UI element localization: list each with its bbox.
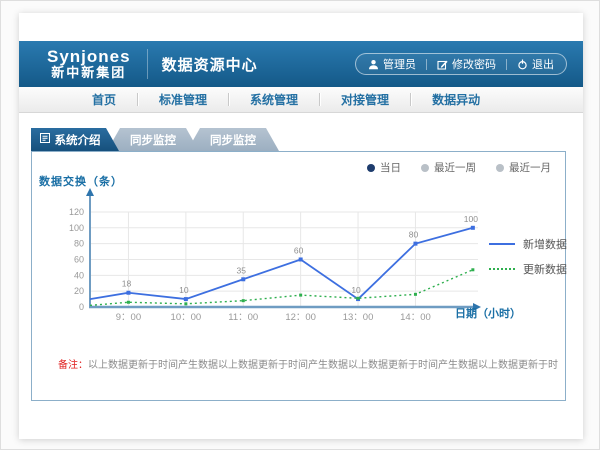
- change-password-label: 修改密码: [452, 56, 496, 72]
- svg-text:10: 10: [351, 285, 361, 295]
- svg-text:100: 100: [464, 214, 478, 224]
- radio-label: 当日: [380, 160, 401, 175]
- radio-label: 最近一周: [434, 160, 476, 175]
- edit-icon: [437, 59, 448, 70]
- document-icon: [40, 133, 50, 146]
- svg-text:120: 120: [69, 207, 84, 217]
- radio-label: 最近一月: [509, 160, 551, 175]
- page-title: 数据资源中心: [162, 54, 258, 75]
- svg-text:80: 80: [74, 239, 84, 249]
- svg-text:60: 60: [74, 254, 84, 264]
- footnote-prefix: 备注：: [58, 360, 88, 371]
- user-label: 管理员: [383, 56, 416, 72]
- header-divider: [147, 49, 148, 79]
- page-card: Synjones 新中新集团 数据资源中心 管理员 修改密码: [19, 13, 583, 439]
- tab-active-0[interactable]: 系统介绍: [31, 128, 119, 151]
- nav-item-1[interactable]: 标准管理: [138, 91, 228, 108]
- legend-label: 新增数据: [523, 236, 567, 252]
- radio-option-2[interactable]: 最近一月: [496, 160, 551, 175]
- brand-logo-en: Synjones: [47, 48, 131, 67]
- tab-label: 同步监控: [210, 132, 256, 148]
- user-button[interactable]: 管理员: [368, 56, 416, 72]
- main-nav: 首页标准管理系统管理对接管理数据异动: [19, 87, 583, 113]
- time-range-filter: 当日 最近一周 最近一月: [367, 160, 551, 175]
- user-menu: 管理员 修改密码 退出: [355, 53, 567, 75]
- footnote-text: 以上数据更新于时间产生数据以上数据更新于时间产生数据以上数据更新于时间产生数据以…: [88, 360, 558, 371]
- svg-text:40: 40: [74, 270, 84, 280]
- logout-label: 退出: [532, 56, 554, 72]
- svg-text:18: 18: [122, 279, 132, 289]
- nav-item-4[interactable]: 数据异动: [411, 91, 501, 108]
- legend-item-1: 更新数据: [489, 261, 567, 277]
- tab-2[interactable]: 同步监控: [187, 128, 279, 151]
- svg-text:13：00: 13：00: [343, 312, 374, 323]
- tab-label: 系统介绍: [55, 132, 101, 148]
- svg-text:9：00: 9：00: [116, 312, 141, 323]
- nav-item-3[interactable]: 对接管理: [320, 91, 410, 108]
- svg-text:35: 35: [237, 265, 247, 275]
- top-header: Synjones 新中新集团 数据资源中心 管理员 修改密码: [19, 41, 583, 87]
- tab-1[interactable]: 同步监控: [107, 128, 199, 151]
- svg-text:10：00: 10：00: [171, 312, 202, 323]
- svg-text:14：00: 14：00: [400, 312, 431, 323]
- pill-separator: [506, 59, 507, 70]
- svg-text:0: 0: [79, 302, 84, 312]
- nav-item-0[interactable]: 首页: [71, 91, 137, 108]
- tab-bar: 系统介绍 同步监控 同步监控: [31, 128, 279, 151]
- svg-text:100: 100: [69, 223, 84, 233]
- chart-legend: 新增数据更新数据: [489, 236, 567, 277]
- user-icon: [368, 59, 379, 70]
- change-password-button[interactable]: 修改密码: [437, 56, 496, 72]
- legend-line-icon: [489, 268, 515, 270]
- svg-text:12：00: 12：00: [285, 312, 316, 323]
- power-icon: [517, 59, 528, 70]
- tab-label: 同步监控: [130, 132, 176, 148]
- radio-option-0[interactable]: 当日: [367, 160, 401, 175]
- legend-line-icon: [489, 243, 515, 245]
- radio-option-1[interactable]: 最近一周: [421, 160, 476, 175]
- footnote: 备注：以上数据更新于时间产生数据以上数据更新于时间产生数据以上数据更新于时间产生…: [58, 356, 558, 371]
- app-window: Synjones 新中新集团 数据资源中心 管理员 修改密码: [0, 0, 600, 450]
- nav-item-2[interactable]: 系统管理: [229, 91, 319, 108]
- line-chart: 0 20 40 60 80 100 120 9：00 10：00 11：00 12：00 13：00 1…: [32, 186, 565, 338]
- svg-text:11：00: 11：00: [228, 312, 258, 323]
- radio-dot-icon: [496, 164, 504, 172]
- content-panel: 当日最近一周最近一月 数据交换（条） 0204060801001209：0010…: [31, 151, 566, 401]
- logout-button[interactable]: 退出: [517, 56, 554, 72]
- svg-text:60: 60: [294, 245, 304, 255]
- pill-separator: [426, 59, 427, 70]
- svg-text:80: 80: [409, 230, 419, 240]
- legend-label: 更新数据: [523, 261, 567, 277]
- brand-logo-cn: 新中新集团: [47, 66, 131, 80]
- svg-text:日期（小时）: 日期（小时）: [455, 306, 521, 320]
- legend-item-0: 新增数据: [489, 236, 567, 252]
- radio-dot-icon: [421, 164, 429, 172]
- brand-logo: Synjones 新中新集团: [19, 48, 131, 81]
- radio-dot-icon: [367, 164, 375, 172]
- svg-text:10: 10: [179, 285, 189, 295]
- svg-text:20: 20: [74, 286, 84, 296]
